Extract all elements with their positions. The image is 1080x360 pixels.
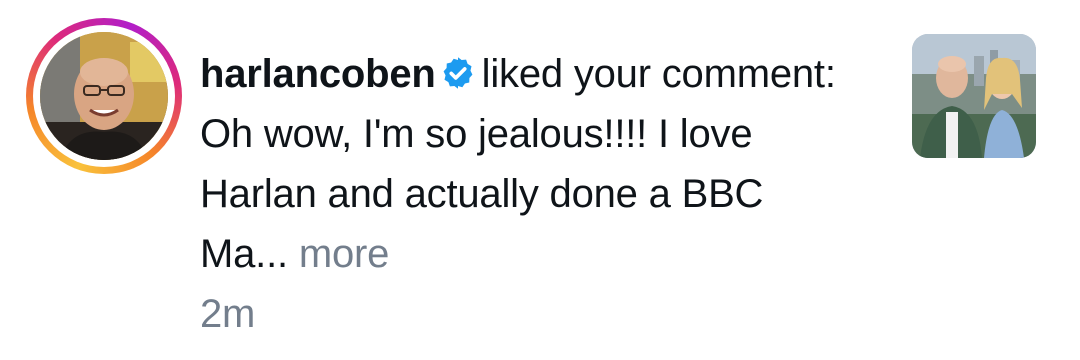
activity-notification[interactable]: harlancoben liked your comment: Oh wow, … — [0, 0, 1080, 360]
notification-text: harlancoben liked your comment: Oh wow, … — [200, 44, 860, 344]
username-link[interactable]: harlancoben — [200, 52, 436, 96]
avatar-story-ring[interactable] — [26, 18, 182, 174]
avatar-ring-gap — [33, 25, 175, 167]
comment-excerpt: Oh wow, I'm so jealous!!!! I love Harlan… — [200, 112, 764, 276]
verified-badge-icon — [443, 57, 473, 89]
post-thumbnail[interactable] — [912, 34, 1036, 158]
timestamp: 2m — [200, 292, 256, 336]
avatar[interactable] — [40, 32, 168, 160]
notification-action: liked your comment: — [481, 52, 836, 96]
avatar-image — [40, 32, 168, 160]
more-link[interactable]: more — [299, 232, 390, 276]
post-thumbnail-image — [912, 34, 1036, 158]
